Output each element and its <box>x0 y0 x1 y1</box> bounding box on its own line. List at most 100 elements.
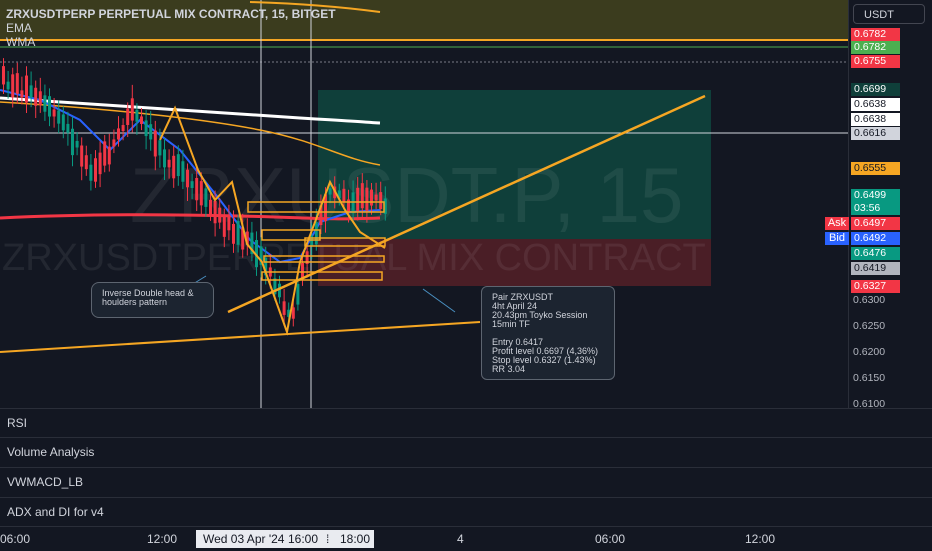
candle <box>84 155 88 170</box>
chart-canvas[interactable]: ZRXUSDT.P, 15ZRXUSDTPERPETUAL MIX CONTRA… <box>0 0 848 408</box>
candle <box>370 189 373 206</box>
candle <box>52 109 56 117</box>
candle <box>144 120 148 137</box>
symbol-title[interactable]: ZRXUSDTPERP PERPETUAL MIX CONTRACT, 15, … <box>6 7 336 21</box>
time-axis[interactable]: 06:00 12:00 4 06:00 12:00 Wed 03 Apr '24… <box>0 526 932 551</box>
candle <box>181 161 185 182</box>
trade-note-line-9: RR 3.04 <box>492 364 526 374</box>
candle <box>121 125 125 132</box>
candle <box>204 188 208 207</box>
pattern-note-line-2: houlders pattern <box>102 297 168 307</box>
candle <box>20 90 24 98</box>
candle <box>48 96 51 117</box>
cursor-time-2: 18:00 <box>340 532 371 546</box>
candle <box>199 181 203 206</box>
indicator-ema[interactable]: EMA <box>6 21 336 35</box>
currency-button[interactable]: USDT <box>853 4 925 24</box>
cursor-time-1: 16:00 <box>288 532 319 546</box>
candle <box>227 216 231 231</box>
candle <box>140 116 143 124</box>
trendline <box>0 321 481 353</box>
price-label: 0.6419 <box>851 262 900 275</box>
candle <box>130 98 134 121</box>
candle <box>172 155 176 179</box>
candle <box>190 181 194 188</box>
candle <box>75 140 79 148</box>
trade-note[interactable]: Pair ZRXUSDT 4ht April 24 20.43pm Toyko … <box>481 286 615 380</box>
price-label: 0.6492 <box>851 232 900 245</box>
pane-rsi[interactable]: RSI <box>0 408 932 437</box>
candle <box>11 74 15 98</box>
price-label: 0.6699 <box>851 83 900 96</box>
candle <box>186 169 189 188</box>
candle <box>342 188 346 203</box>
pane-adx[interactable]: ADX and DI for v4 <box>0 497 932 526</box>
price-label: 0.6638 <box>851 113 900 126</box>
candle <box>2 66 5 85</box>
candle <box>61 114 65 131</box>
candle <box>351 192 355 214</box>
candle <box>89 164 93 181</box>
price-label: 0.6476 <box>851 247 900 260</box>
candle <box>218 207 222 223</box>
candle <box>57 110 61 124</box>
price-label: 0.6782 <box>851 41 900 54</box>
time-label: 12:00 <box>147 532 178 546</box>
price-tick: 0.6300 <box>853 294 886 306</box>
candle <box>153 130 157 157</box>
candle <box>117 128 120 140</box>
candle <box>296 284 300 305</box>
time-label: 4 <box>457 532 464 546</box>
candle <box>374 194 378 201</box>
candle <box>112 139 116 147</box>
cursor-separator: ⁞ <box>326 532 330 546</box>
pattern-note[interactable]: Inverse Double head & houlders pattern <box>91 282 214 318</box>
candle <box>314 221 318 245</box>
candle <box>167 159 171 168</box>
chart-area[interactable]: ZRXUSDT.P, 15 ZRXUSDTPERPETUAL MIX CONTRA… <box>0 0 848 408</box>
candle <box>379 192 383 210</box>
price-axis[interactable]: USDT Ask Bid 0.6782 0.6782 0.6755 0.6699 0.6… <box>825 0 932 410</box>
candle <box>222 214 226 237</box>
candle <box>43 95 47 112</box>
price-label: 03:56 <box>851 202 900 215</box>
candle <box>94 158 97 182</box>
candle <box>107 146 111 165</box>
candle <box>71 128 74 156</box>
price-label: 0.6638 <box>851 98 900 111</box>
time-label: 06:00 <box>595 532 626 546</box>
candle <box>328 188 332 195</box>
candle <box>66 123 70 133</box>
candle <box>176 154 180 177</box>
note-pointer <box>422 288 456 313</box>
candle <box>149 124 153 140</box>
candle <box>98 152 102 175</box>
cursor-date: Wed 03 Apr '24 <box>203 532 285 546</box>
price-label: 0.6497 <box>851 217 900 230</box>
candle <box>135 109 139 122</box>
candle <box>158 140 162 156</box>
price-tick: 0.6150 <box>853 372 886 384</box>
time-label: 12:00 <box>745 532 776 546</box>
price-tick: 0.6200 <box>853 346 886 358</box>
price-label: 0.6327 <box>851 280 900 293</box>
candle <box>213 200 217 224</box>
candle <box>195 177 199 201</box>
bid-badge: Bid <box>825 232 849 245</box>
time-label: 06:00 <box>0 532 31 546</box>
candle <box>163 149 166 168</box>
candle <box>15 73 19 94</box>
chart-legend: ZRXUSDTPERP PERPETUAL MIX CONTRACT, 15, … <box>6 7 336 49</box>
trade-note-line-4: 15min TF <box>492 319 530 329</box>
candle <box>356 187 360 212</box>
candle <box>103 141 107 166</box>
candle <box>236 221 240 245</box>
price-label: 0.6782 <box>851 28 900 41</box>
pane-volume-analysis[interactable]: Volume Analysis <box>0 437 932 466</box>
candle <box>282 301 286 315</box>
candle <box>232 223 235 244</box>
pane-vwmacd[interactable]: VWMACD_LB <box>0 467 932 496</box>
indicator-wma[interactable]: WMA <box>6 35 336 49</box>
price-label: 0.6555 <box>851 162 900 175</box>
ask-badge: Ask <box>825 217 849 230</box>
